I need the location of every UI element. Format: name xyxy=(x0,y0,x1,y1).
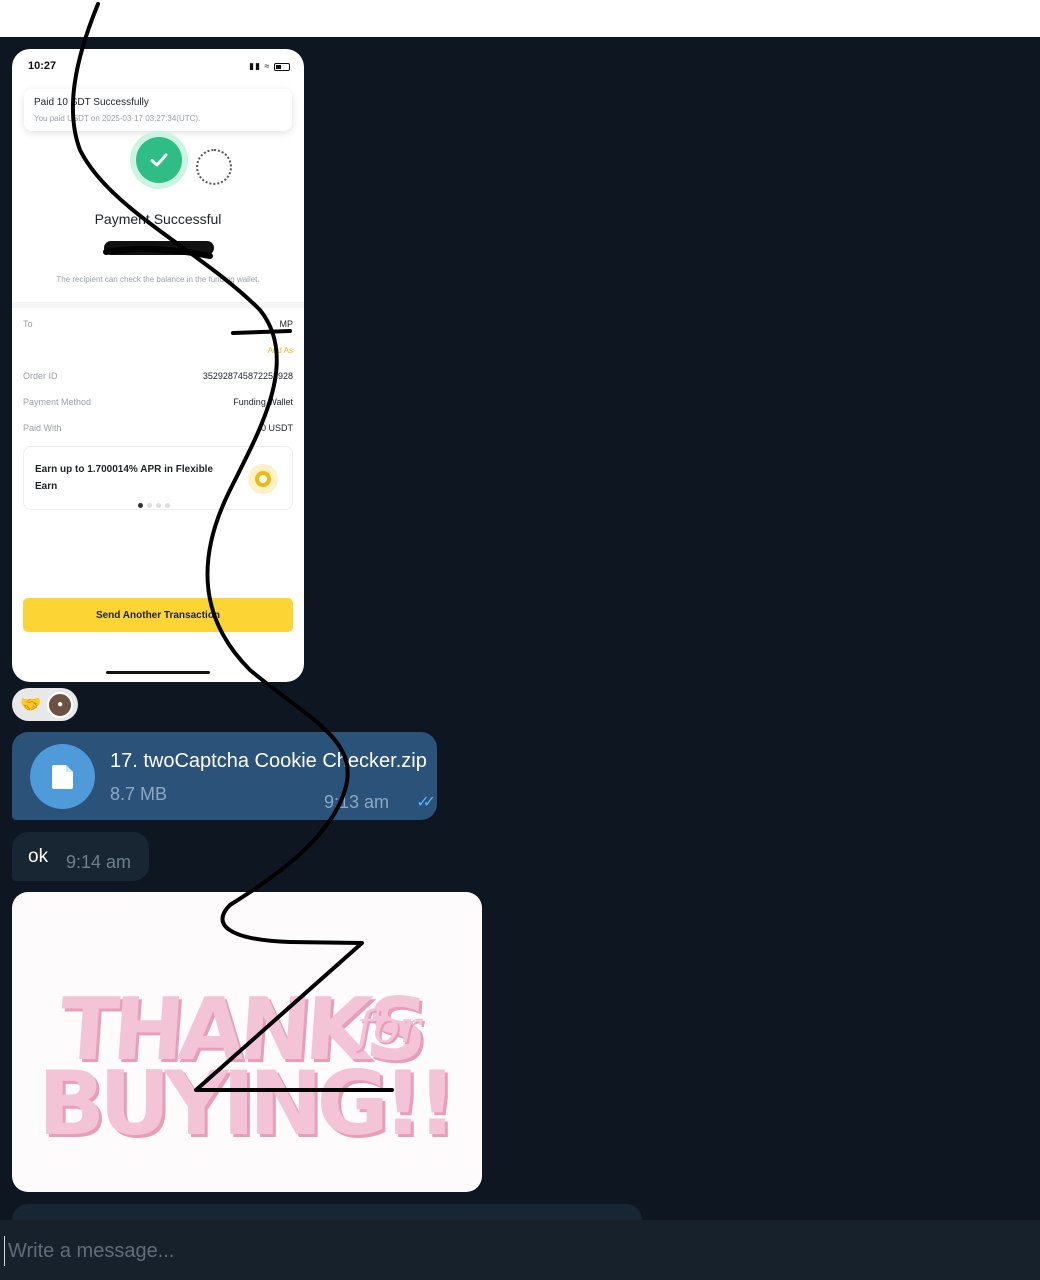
top-strip xyxy=(0,0,1040,37)
message-reaction[interactable]: 🤝 ● xyxy=(12,688,78,721)
read-checkmarks-icon: ✓✓ xyxy=(416,794,436,811)
sticker-for: for xyxy=(357,1002,421,1053)
file-size: 8.7 MB xyxy=(110,784,168,804)
payment-method-label: Payment Method xyxy=(23,397,92,407)
message-input[interactable] xyxy=(4,1236,1004,1266)
file-name: 17. twoCaptcha Cookie Checker.zip xyxy=(110,750,427,772)
sticker-line-2: BUYING!! xyxy=(38,1052,457,1155)
to-label: To xyxy=(23,319,33,329)
paid-with-value: 0 USDT xyxy=(260,423,293,433)
send-another-button: Send Another Transaction xyxy=(23,598,293,632)
payment-toast: Paid 10 SDT Successfully You paid USDT o… xyxy=(24,89,292,131)
earn-banner: Earn up to 1.700014% APR in Flexible Ear… xyxy=(23,446,293,510)
paid-with-label: Paid With xyxy=(23,423,62,433)
toast-subtitle: You paid USDT on 2025-03-17 03:27:34(UTC… xyxy=(34,114,201,123)
toast-title: Paid 10 SDT Successfully xyxy=(34,97,149,108)
divider xyxy=(12,302,304,308)
avatar: ● xyxy=(47,691,74,718)
status-time: 10:27 xyxy=(28,60,57,72)
battery-icon xyxy=(274,62,290,71)
confetti-dots-icon xyxy=(196,149,232,185)
to-value: MP xyxy=(279,319,294,329)
home-indicator xyxy=(106,671,210,674)
payment-method-value: Funding Wallet xyxy=(233,397,293,407)
message-composer xyxy=(0,1220,1040,1280)
earn-text: Earn up to 1.700014% APR in Flexible Ear… xyxy=(35,464,214,492)
message-time: 9:13 am xyxy=(323,792,389,812)
file-message[interactable]: 17. twoCaptcha Cookie Checker.zip 8.7 MB… xyxy=(12,732,437,820)
order-id-label: Order ID xyxy=(23,371,58,381)
coin-icon xyxy=(248,464,278,494)
thanks-sticker[interactable]: THANKS for BUYING!! xyxy=(12,892,482,1192)
payment-note: The recipient can check the balance in t… xyxy=(56,275,260,284)
status-icons: ▮▮ ≈ xyxy=(249,61,290,72)
payment-screenshot-message[interactable]: 10:27 ▮▮ ≈ Paid 10 SDT Successfully You … xyxy=(12,49,304,682)
message-time: 9:14 am xyxy=(66,852,132,872)
checkmark-icon xyxy=(136,137,182,183)
redacted-amount xyxy=(104,241,214,255)
success-badge xyxy=(130,131,188,189)
carousel-dots xyxy=(138,503,170,508)
file-icon[interactable] xyxy=(30,744,95,809)
order-id-value: 352928745872252928 xyxy=(202,371,293,381)
message-text: ok xyxy=(28,846,49,867)
incoming-text-message[interactable]: ok 9:14 am xyxy=(12,832,149,881)
add-link: Add As xyxy=(267,346,293,355)
payment-title: Payment Successful xyxy=(94,211,222,227)
handshake-emoji: 🤝 xyxy=(20,694,42,714)
